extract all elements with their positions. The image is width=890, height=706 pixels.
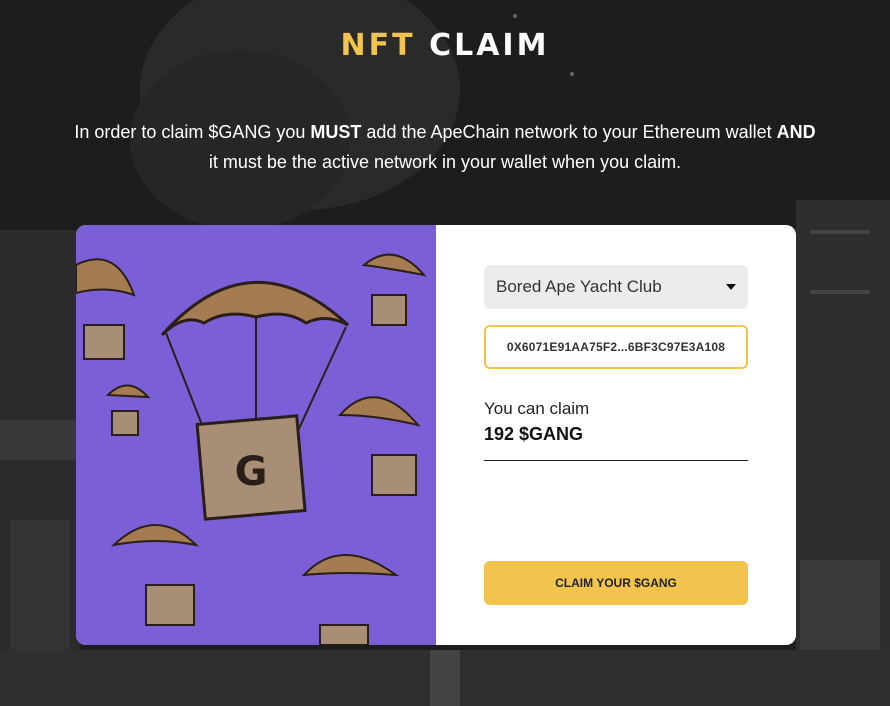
intro-part2: add the ApeChain network to your Ethereu… [361, 122, 777, 142]
claim-amount: 192 $GANG [484, 424, 584, 444]
claim-button-label: CLAIM YOUR $GANG [555, 576, 677, 590]
caret-down-icon [726, 284, 736, 290]
airdrop-illustration: G [76, 225, 436, 645]
intro-instructions: In order to claim $GANG you MUST add the… [70, 117, 820, 177]
intro-part1: In order to claim $GANG you [74, 122, 311, 142]
wallet-address-display: 0X6071E91AA75F2...6BF3C97E3A108 [484, 325, 748, 369]
divider [484, 460, 748, 461]
intro-part3: it must be the active network in your wa… [208, 152, 682, 172]
parachute-crate-icon: G [76, 253, 427, 645]
crate-logo: G [235, 449, 268, 495]
claim-card: G Bored Ape Yacht Club 0X6071E91AA75F2..… [76, 225, 796, 645]
collection-select[interactable]: Bored Ape Yacht Club [484, 265, 748, 309]
claim-panel: Bored Ape Yacht Club 0X6071E91AA75F2...6… [436, 225, 796, 645]
page-title: NFT CLAIM [0, 28, 890, 63]
intro-and: AND [776, 122, 816, 142]
collection-select-value: Bored Ape Yacht Club [496, 277, 662, 296]
wallet-address-text: 0X6071E91AA75F2...6BF3C97E3A108 [506, 340, 726, 354]
title-accent: NFT [340, 28, 416, 63]
claim-button[interactable]: CLAIM YOUR $GANG [484, 561, 748, 605]
title-rest: CLAIM [429, 28, 550, 63]
intro-must: MUST [310, 122, 362, 142]
can-claim-label: You can claim [484, 399, 590, 418]
